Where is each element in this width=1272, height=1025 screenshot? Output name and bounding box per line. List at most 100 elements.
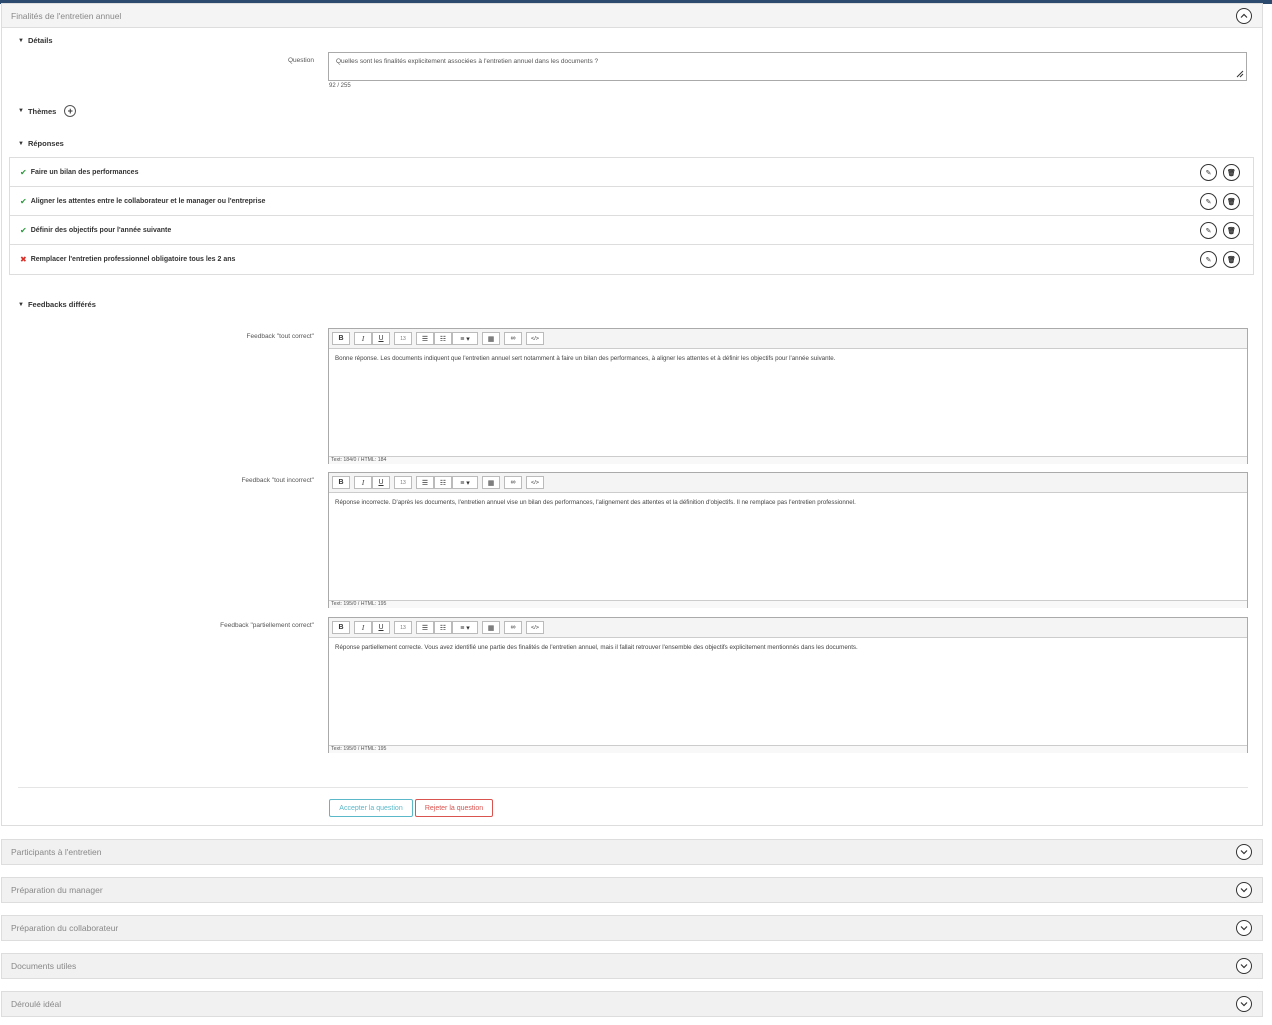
italic-button[interactable]: I [354, 476, 372, 489]
code-view-button[interactable]: </> [526, 332, 544, 345]
panel-title: Documents utiles [11, 961, 77, 971]
section-responses-toggle[interactable]: ▼ Réponses [18, 139, 64, 148]
section-feedbacks-toggle[interactable]: ▼ Feedbacks différés [18, 300, 96, 309]
panel-participants[interactable]: Participants à l'entretien [1, 839, 1263, 865]
chevron-down-icon[interactable] [1236, 996, 1252, 1012]
answer-label: Définir des objectifs pour l'année suiva… [30, 226, 172, 234]
link-icon[interactable]: ∞ [504, 621, 522, 634]
panel-header[interactable]: Préparation du manager [2, 878, 1262, 902]
panel-header[interactable]: Déroulé idéal [2, 992, 1262, 1016]
answer-row: ✖ Remplacer l'entretien professionnel ob… [10, 245, 1253, 274]
panel-preparation-collaborateur[interactable]: Préparation du collaborateur [1, 915, 1263, 941]
link-icon[interactable]: ∞ [504, 332, 522, 345]
align-dropdown-icon[interactable]: ≡ ▾ [452, 476, 478, 489]
code-view-button[interactable]: </> [526, 476, 544, 489]
numbered-list-icon[interactable]: ☷ [434, 332, 452, 345]
numbered-list-icon[interactable]: ☷ [434, 476, 452, 489]
edit-icon[interactable]: ✎ [1200, 251, 1217, 268]
italic-button[interactable]: I [354, 332, 372, 345]
editor-toolbar: B I U 13 ☰ ☷ ≡ ▾ ▦ ∞ </> [329, 329, 1247, 349]
section-themes-toggle[interactable]: ▼ Thèmes + [18, 105, 77, 117]
panel-header[interactable]: Finalités de l'entretien annuel [2, 4, 1262, 28]
resize-handle-icon[interactable] [1236, 70, 1244, 78]
answer-row: ✔ Aligner les attentes entre le collabor… [10, 187, 1253, 216]
edit-icon[interactable]: ✎ [1200, 222, 1217, 239]
feedback-counter: Text: 195/0 / HTML: 195 [329, 600, 1247, 608]
code-view-button[interactable]: </> [526, 621, 544, 634]
font-size-button[interactable]: 13 [394, 621, 412, 634]
question-input[interactable]: Quelles sont les finalités explicitement… [328, 52, 1247, 81]
section-details-toggle[interactable]: ▼ Détails [18, 36, 53, 45]
feedback-counter: Text: 195/0 / HTML: 195 [329, 745, 1247, 753]
panel-title: Préparation du collaborateur [11, 923, 119, 933]
bold-button[interactable]: B [332, 332, 350, 345]
align-dropdown-icon[interactable]: ≡ ▾ [452, 621, 478, 634]
check-icon: ✔ [20, 225, 27, 235]
panel-header[interactable]: Préparation du collaborateur [2, 916, 1262, 940]
chevron-down-icon[interactable] [1236, 920, 1252, 936]
chevron-up-icon[interactable] [1236, 8, 1252, 24]
numbered-list-icon[interactable]: ☷ [434, 621, 452, 634]
italic-button[interactable]: I [354, 621, 372, 634]
editor-toolbar: B I U 13 ☰ ☷ ≡ ▾ ▦ ∞ </> [329, 473, 1247, 493]
editor-toolbar: B I U 13 ☰ ☷ ≡ ▾ ▦ ∞ </> [329, 618, 1247, 638]
panel-deroule-ideal[interactable]: Déroulé idéal [1, 991, 1263, 1017]
edit-icon[interactable]: ✎ [1200, 164, 1217, 181]
question-value: Quelles sont les finalités explicitement… [336, 58, 599, 65]
chevron-down-icon[interactable] [1236, 958, 1252, 974]
bullet-list-icon[interactable]: ☰ [416, 332, 434, 345]
underline-button[interactable]: U [372, 476, 390, 489]
font-size-button[interactable]: 13 [394, 332, 412, 345]
bullet-list-icon[interactable]: ☰ [416, 621, 434, 634]
feedback-text[interactable]: Réponse incorrecte. D'après les document… [329, 493, 1247, 600]
reject-question-button[interactable]: Rejeter la question [415, 799, 493, 817]
caret-down-icon: ▼ [18, 37, 24, 44]
feedback-label: Feedback "tout correct" [246, 333, 314, 340]
table-icon[interactable]: ▦ [482, 621, 500, 634]
edit-icon[interactable]: ✎ [1200, 193, 1217, 210]
bullet-list-icon[interactable]: ☰ [416, 476, 434, 489]
panel-title: Participants à l'entretien [11, 847, 102, 857]
feedback-editor-correct: B I U 13 ☰ ☷ ≡ ▾ ▦ ∞ </> Bonne réponse. … [328, 328, 1248, 464]
answer-label: Faire un bilan des performances [30, 168, 139, 176]
panel-preparation-manager[interactable]: Préparation du manager [1, 877, 1263, 903]
bold-button[interactable]: B [332, 476, 350, 489]
trash-icon[interactable]: 🗑 [1223, 251, 1240, 268]
section-details-title: Détails [27, 36, 53, 45]
panel-title: Préparation du manager [11, 885, 103, 895]
underline-button[interactable]: U [372, 332, 390, 345]
accept-question-button[interactable]: Accepter la question [329, 799, 413, 817]
feedback-text[interactable]: Réponse partiellement correcte. Vous ave… [329, 638, 1247, 745]
caret-down-icon: ▼ [18, 301, 24, 308]
section-themes-title: Thèmes [27, 106, 57, 116]
section-responses-title: Réponses [27, 139, 64, 148]
trash-icon[interactable]: 🗑 [1223, 164, 1240, 181]
link-icon[interactable]: ∞ [504, 476, 522, 489]
answer-label: Remplacer l'entretien professionnel obli… [30, 256, 236, 263]
chevron-down-icon[interactable] [1236, 844, 1252, 860]
table-icon[interactable]: ▦ [482, 476, 500, 489]
panel-header[interactable]: Documents utiles [2, 954, 1262, 978]
chevron-down-icon[interactable] [1236, 882, 1252, 898]
panel-title: Déroulé idéal [11, 999, 62, 1009]
trash-icon[interactable]: 🗑 [1223, 222, 1240, 239]
panel-documents-utiles[interactable]: Documents utiles [1, 953, 1263, 979]
answer-row: ✔ Faire un bilan des performances ✎ 🗑 [10, 158, 1253, 187]
feedback-label: Feedback "partiellement correct" [220, 622, 314, 629]
bold-button[interactable]: B [332, 621, 350, 634]
panel-title: Finalités de l'entretien annuel [11, 10, 122, 21]
feedback-counter: Text: 184/0 / HTML: 184 [329, 456, 1247, 464]
underline-button[interactable]: U [372, 621, 390, 634]
answers-list: ✔ Faire un bilan des performances ✎ 🗑 ✔ … [9, 157, 1254, 275]
panel-header[interactable]: Participants à l'entretien [2, 840, 1262, 864]
feedback-editor-partial: B I U 13 ☰ ☷ ≡ ▾ ▦ ∞ </> Réponse partiel… [328, 617, 1248, 753]
caret-down-icon: ▼ [18, 140, 24, 147]
trash-icon[interactable]: 🗑 [1223, 193, 1240, 210]
align-dropdown-icon[interactable]: ≡ ▾ [452, 332, 478, 345]
font-size-button[interactable]: 13 [394, 476, 412, 489]
add-theme-icon[interactable]: + [64, 105, 77, 117]
question-char-count: 92 / 255 [329, 83, 351, 89]
feedback-text[interactable]: Bonne réponse. Les documents indiquent q… [329, 349, 1247, 456]
table-icon[interactable]: ▦ [482, 332, 500, 345]
check-icon: ✔ [20, 196, 27, 206]
